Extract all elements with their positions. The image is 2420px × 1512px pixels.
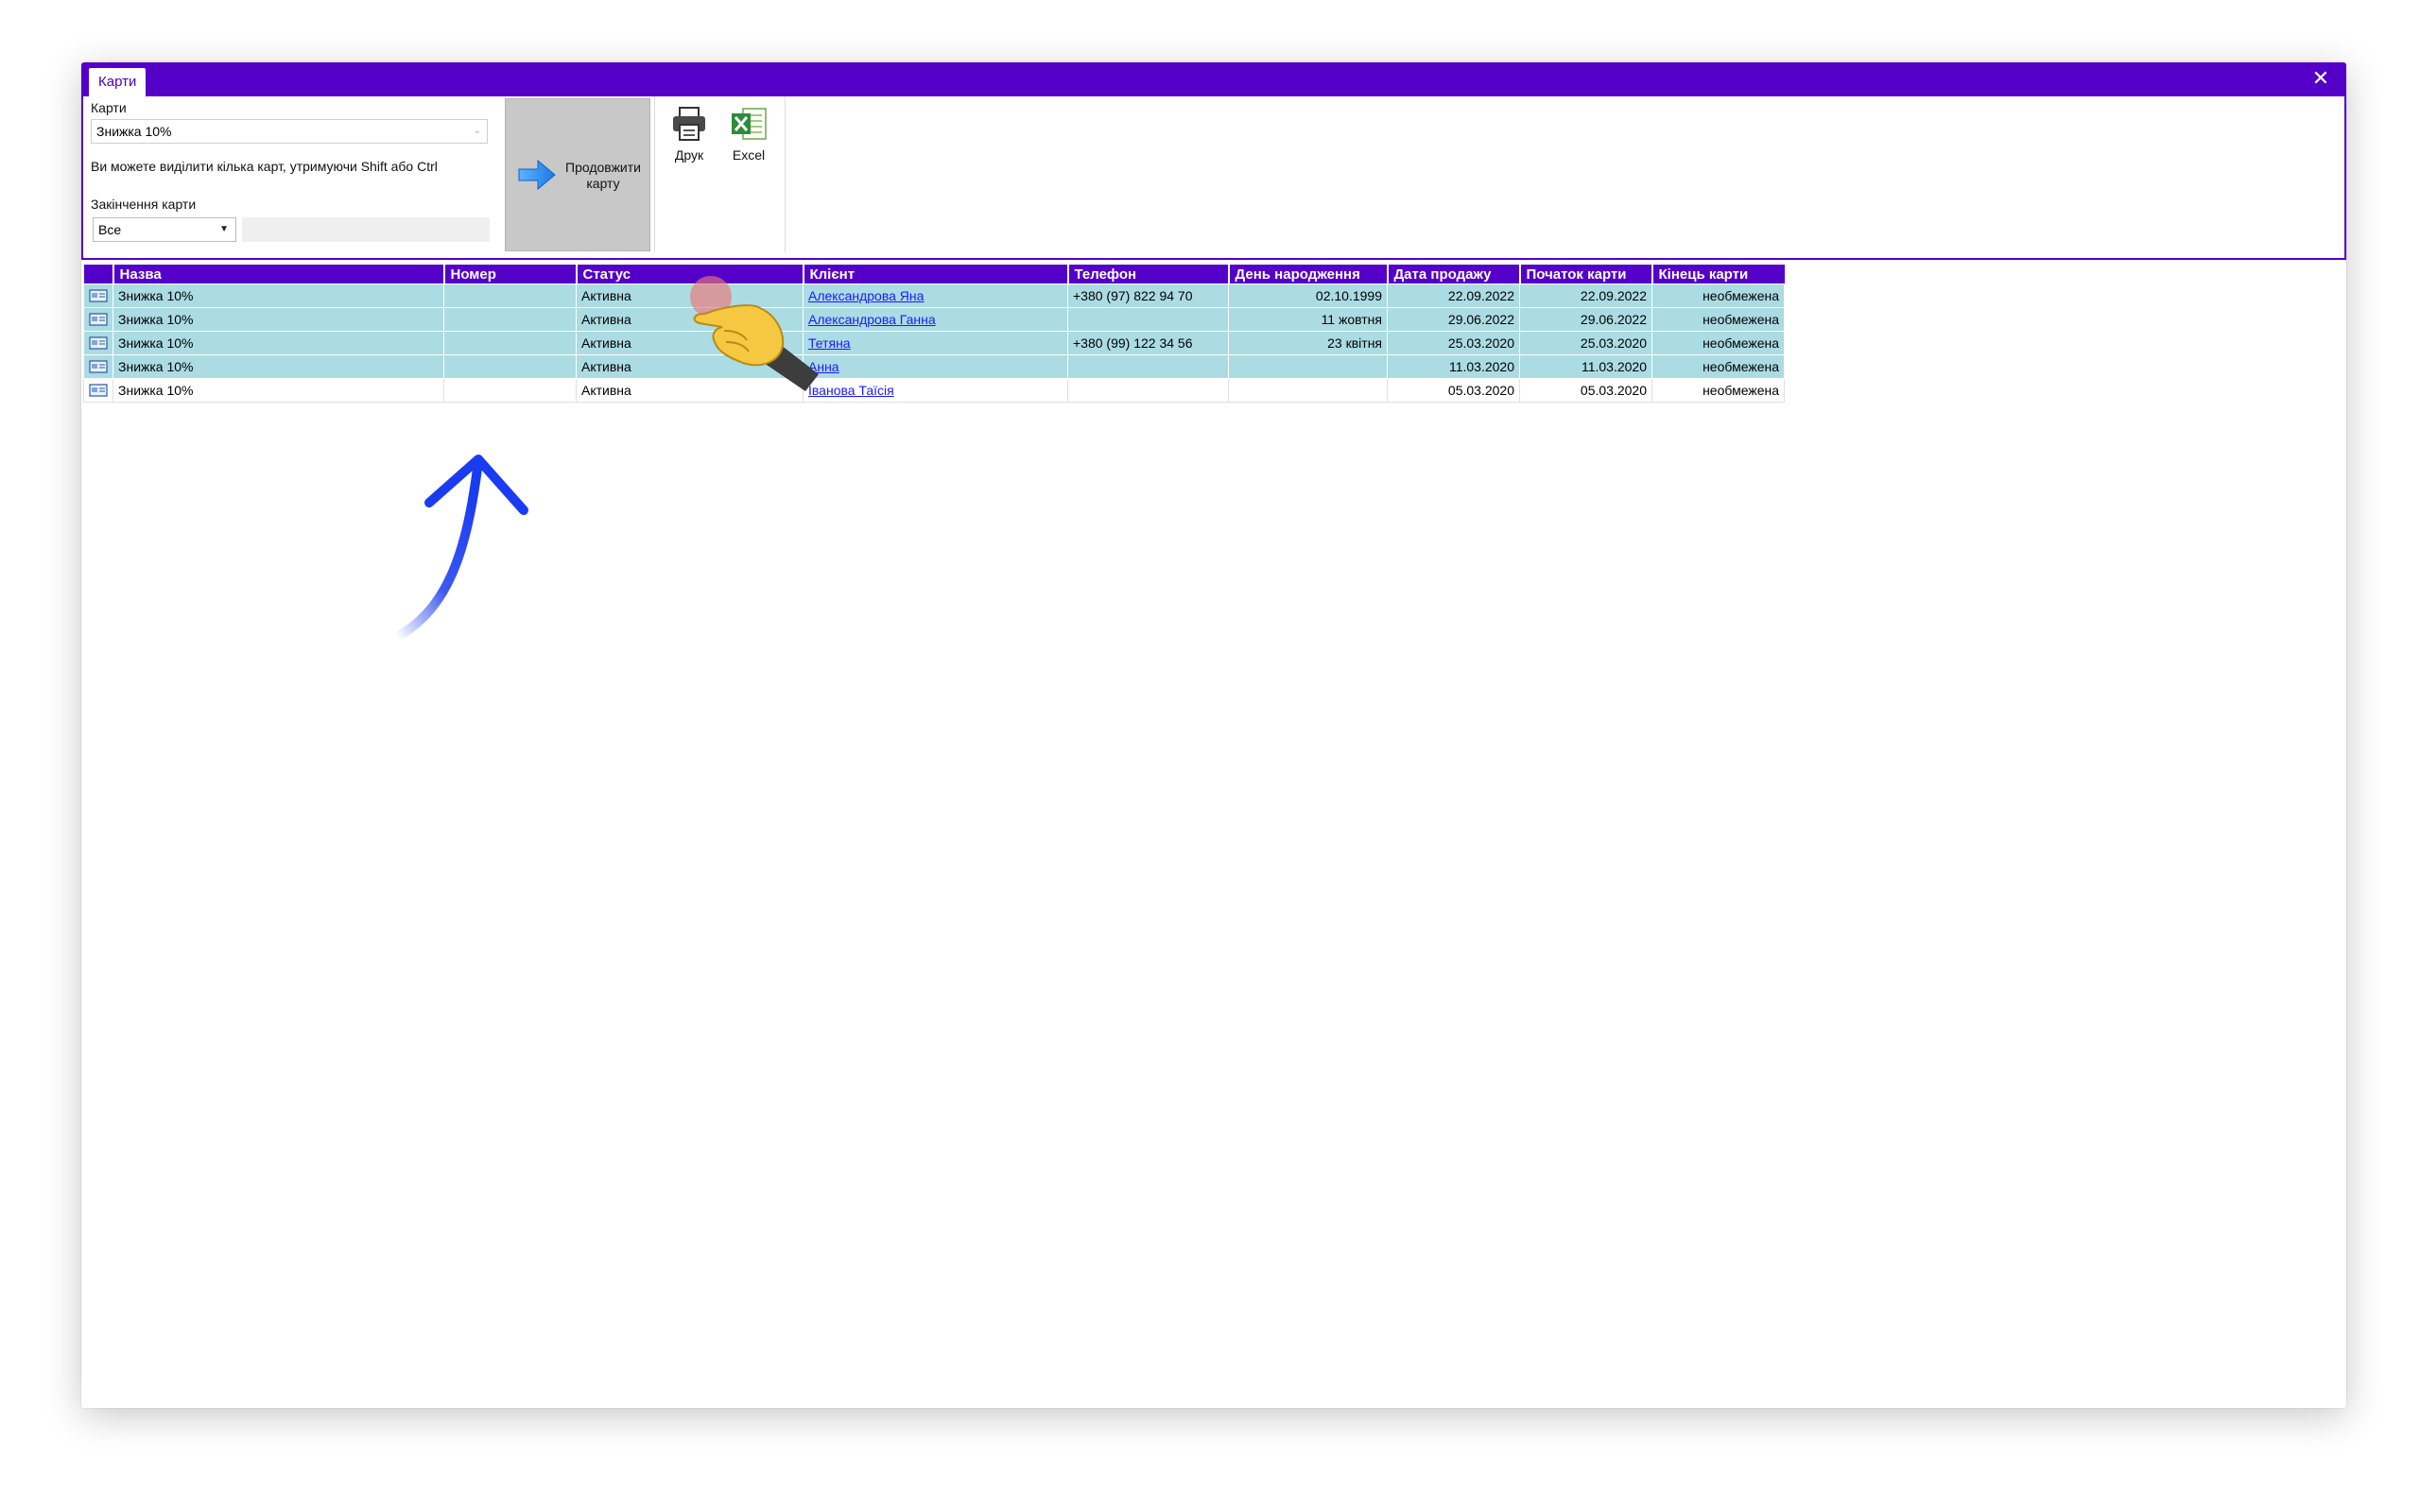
expiry-label: Закінчення карти — [91, 197, 197, 212]
filter-panel: Карти Знижка 10% ⌄ Ви можете виділити кі… — [91, 96, 497, 252]
card-icon — [89, 336, 108, 350]
column-header-end[interactable]: Кінець карти — [1651, 265, 1785, 284]
column-header-start[interactable]: Початок карти — [1518, 265, 1652, 284]
ribbon-toolbar: Карти Знижка 10% ⌄ Ви можете виділити кі… — [81, 96, 2346, 260]
cards-select-value: Знижка 10% — [96, 124, 172, 139]
cell-name: Знижка 10% — [112, 331, 444, 355]
cell-end: необмежена — [1651, 331, 1785, 355]
cell-start: 05.03.2020 — [1519, 378, 1652, 403]
curved-arrow-up-icon — [392, 455, 528, 642]
filter-spacer — [242, 217, 490, 242]
table-row[interactable]: Знижка 10% Активна Александрова Ганна 11 жо… — [83, 307, 1785, 332]
cell-birthday — [1228, 354, 1388, 379]
cell-start: 22.09.2022 — [1519, 284, 1652, 308]
cell-start: 11.03.2020 — [1519, 354, 1652, 379]
title-bar: Карти ✕ — [81, 62, 2346, 96]
table-row[interactable]: Знижка 10% Активна Анна 11.03.2020 11.03.202… — [83, 354, 1785, 379]
cell-name: Знижка 10% — [112, 307, 444, 332]
cell-sale-date: 11.03.2020 — [1387, 354, 1520, 379]
cell-number — [443, 378, 577, 403]
cell-start: 29.06.2022 — [1519, 307, 1652, 332]
table-body: Знижка 10% Активна Александрова Яна +380 (9… — [83, 284, 1785, 403]
card-icon — [89, 289, 108, 302]
column-header-client[interactable]: Клієнт — [802, 265, 1068, 284]
cell-number — [443, 331, 577, 355]
row-selector[interactable] — [83, 284, 113, 308]
cell-end: необмежена — [1651, 378, 1785, 403]
excel-button[interactable]: Excel — [720, 102, 777, 178]
print-label: Друк — [674, 147, 704, 163]
card-icon — [89, 360, 108, 373]
column-header-phone[interactable]: Телефон — [1066, 265, 1229, 284]
cell-phone: +380 (97) 822 94 70 — [1067, 284, 1229, 308]
cell-client: Тетяна — [803, 331, 1068, 355]
cell-client: Анна — [803, 354, 1068, 379]
table-row[interactable]: Знижка 10% Активна Іванова Таїсія 05.03.202… — [83, 378, 1785, 403]
cards-table: Назва Номер Статус Клієнт Телефон День н… — [83, 265, 1785, 403]
print-button[interactable]: Друк — [661, 102, 717, 178]
cell-birthday — [1228, 378, 1388, 403]
cell-number — [443, 284, 577, 308]
cell-sale-date: 05.03.2020 — [1387, 378, 1520, 403]
cell-birthday: 23 квітня — [1228, 331, 1388, 355]
table-row[interactable]: Знижка 10% Активна Александрова Яна +380 (9… — [83, 284, 1785, 308]
row-selector[interactable] — [83, 354, 113, 379]
tab-cards[interactable]: Карти — [89, 68, 147, 96]
cell-end: необмежена — [1651, 354, 1785, 379]
toolbar-divider — [785, 96, 786, 252]
cell-name: Знижка 10% — [112, 354, 444, 379]
cell-name: Знижка 10% — [112, 284, 444, 308]
cell-phone — [1067, 307, 1229, 332]
card-icon — [89, 384, 108, 397]
cards-select[interactable]: Знижка 10% ⌄ — [91, 119, 488, 144]
toolbar-divider — [654, 96, 655, 252]
row-selector[interactable] — [83, 378, 113, 403]
column-header-number[interactable]: Номер — [442, 265, 577, 284]
chevron-down-icon: ⌄ — [473, 126, 481, 136]
expiry-select[interactable]: Все ▼ — [93, 217, 236, 242]
extend-card-button[interactable]: Продовжити карту — [505, 98, 650, 251]
cell-client: Александрова Яна — [803, 284, 1068, 308]
cell-phone — [1067, 354, 1229, 379]
excel-label: Excel — [732, 147, 766, 163]
cell-number — [443, 354, 577, 379]
hand-pointer-icon — [693, 304, 819, 391]
cell-sale-date: 29.06.2022 — [1387, 307, 1520, 332]
cell-phone: +380 (99) 122 34 56 — [1067, 331, 1229, 355]
cell-phone — [1067, 378, 1229, 403]
cell-sale-date: 25.03.2020 — [1387, 331, 1520, 355]
table-row[interactable]: Знижка 10% Активна Тетяна +380 (99) 122 34 … — [83, 331, 1785, 355]
header-selector[interactable] — [83, 265, 113, 284]
cell-client: Іванова Таїсія — [803, 378, 1068, 403]
table-header-row: Назва Номер Статус Клієнт Телефон День н… — [83, 265, 1785, 284]
row-selector[interactable] — [83, 331, 113, 355]
close-icon[interactable]: ✕ — [2308, 66, 2333, 91]
cell-client: Александрова Ганна — [803, 307, 1068, 332]
cell-number — [443, 307, 577, 332]
cell-birthday: 02.10.1999 — [1228, 284, 1388, 308]
expiry-select-value: Все — [98, 222, 122, 237]
cell-name: Знижка 10% — [112, 378, 444, 403]
column-header-name[interactable]: Назва — [112, 265, 444, 284]
column-header-sale-date[interactable]: Дата продажу — [1386, 265, 1520, 284]
caret-down-icon: ▼ — [219, 224, 229, 234]
card-icon — [89, 313, 108, 326]
cell-start: 25.03.2020 — [1519, 331, 1652, 355]
cell-end: необмежена — [1651, 284, 1785, 308]
arrow-right-icon — [518, 159, 556, 191]
excel-icon — [732, 108, 767, 140]
cell-sale-date: 22.09.2022 — [1387, 284, 1520, 308]
cell-end: необмежена — [1651, 307, 1785, 332]
row-selector[interactable] — [83, 307, 113, 332]
printer-icon — [673, 107, 705, 141]
extend-card-label: Продовжити карту — [565, 160, 641, 191]
column-header-birthday[interactable]: День народження — [1227, 265, 1388, 284]
multi-select-hint: Ви можете виділити кілька карт, утримуюч… — [91, 159, 438, 174]
cards-label: Карти — [91, 100, 127, 115]
cell-birthday: 11 жовтня — [1228, 307, 1388, 332]
cards-window: Карти ✕ Карти Знижка 10% ⌄ Ви можете вид… — [81, 62, 2346, 1408]
